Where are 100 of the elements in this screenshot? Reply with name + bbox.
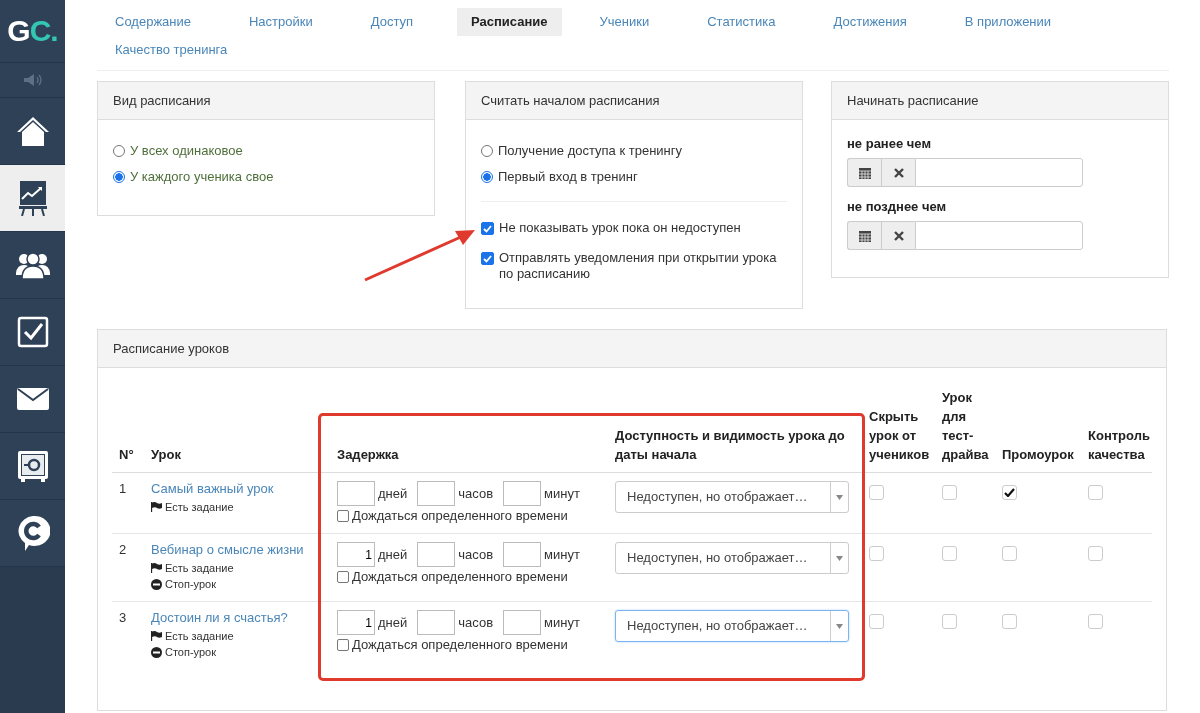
clear-button[interactable] (881, 221, 915, 250)
lesson-number: 3 (119, 610, 127, 625)
minutes-field[interactable] (503, 481, 542, 506)
calendar-icon (858, 166, 871, 179)
checkbox[interactable] (337, 571, 349, 583)
availability-dropdown[interactable]: Недоступен, но отображает… (615, 542, 849, 574)
tag-label: Стоп-урок (165, 645, 217, 660)
checkbox[interactable] (337, 510, 349, 522)
option-label: Получение доступа к тренингу (498, 143, 683, 159)
calendar-icon (858, 229, 871, 242)
sidebar-item[interactable] (0, 165, 65, 232)
checkbox[interactable] (869, 546, 884, 561)
unit-label: часов (458, 546, 494, 563)
date-field[interactable] (915, 221, 1083, 250)
checkbox[interactable] (942, 546, 957, 561)
sidebar-item[interactable] (0, 366, 65, 433)
calendar-button[interactable] (847, 221, 881, 250)
checkbox-label: Не показывать урок пока он недоступен (499, 220, 741, 236)
checkbox-label: Дождаться определенного времени (352, 569, 568, 585)
hours-field[interactable] (417, 542, 456, 567)
checkbox[interactable] (942, 614, 957, 629)
flag-icon (151, 502, 162, 512)
tab[interactable]: В приложении (950, 8, 1066, 36)
column-header: Урок (151, 447, 181, 462)
minutes-field[interactable] (503, 610, 542, 635)
checkbox[interactable] (1088, 485, 1103, 500)
checkbox[interactable] (481, 222, 494, 235)
date-field[interactable] (915, 158, 1083, 187)
lesson-link[interactable]: Самый важный урок (151, 481, 324, 497)
field-label: не позднее чем (847, 199, 948, 214)
radio-button[interactable] (113, 145, 125, 157)
unit-label: часов (458, 614, 494, 631)
checkbox-label: Дождаться определенного времени (352, 508, 568, 524)
unit-label: дней (378, 546, 408, 563)
lesson-number: 2 (119, 542, 127, 557)
checkbox[interactable] (1088, 614, 1103, 629)
checkbox[interactable] (869, 614, 884, 629)
tab[interactable]: Доступ (356, 8, 428, 36)
field-label: не ранее чем (847, 136, 932, 151)
panel-title: Начинать расписание (832, 82, 1168, 120)
tab[interactable]: Ученики (585, 8, 664, 36)
tag-label: Есть задание (165, 629, 234, 644)
stop-icon (151, 646, 162, 658)
panel-title: Вид расписания (98, 82, 434, 120)
radio-button[interactable] (113, 171, 125, 183)
logo-dot: . (50, 16, 58, 46)
unit-label: минут (544, 546, 580, 563)
checkbox[interactable] (1002, 614, 1017, 629)
checkbox[interactable] (942, 485, 957, 500)
close-icon (893, 230, 904, 241)
unit-label: дней (378, 485, 408, 502)
column-header: N° (119, 447, 134, 462)
sidebar-item[interactable] (0, 98, 65, 165)
checkbox[interactable] (869, 485, 884, 500)
clear-button[interactable] (881, 158, 915, 187)
unit-label: дней (378, 614, 408, 631)
column-header: Урок для тест-драйва (942, 390, 989, 462)
sidebar-item[interactable] (0, 500, 65, 567)
unit-label: часов (458, 485, 494, 502)
tab[interactable]: Содержание (101, 8, 205, 36)
safe-icon (16, 450, 49, 482)
availability-dropdown[interactable]: Недоступен, но отображает… (615, 481, 849, 513)
days-field[interactable] (337, 481, 375, 506)
unit-label: минут (544, 485, 580, 502)
checkbox[interactable] (337, 639, 349, 651)
sidebar-item[interactable] (0, 232, 65, 299)
speaker-icon (22, 73, 43, 87)
checkbox[interactable] (1002, 485, 1017, 500)
logo[interactable]: GC. (0, 0, 65, 63)
tab[interactable]: Расписание (457, 8, 562, 36)
unit-label: минут (544, 614, 580, 631)
availability-dropdown[interactable]: Недоступен, но отображает… (615, 610, 849, 642)
panel-title: Считать началом расписания (466, 82, 802, 120)
sidebar-item[interactable] (0, 299, 65, 366)
radio-button[interactable] (481, 171, 493, 183)
tab[interactable]: Качество тренинга (101, 36, 242, 64)
column-header: Задержка (337, 447, 399, 462)
checkbox[interactable] (1088, 546, 1103, 561)
checkbox[interactable] (481, 252, 494, 265)
checkbox[interactable] (1002, 546, 1017, 561)
tab[interactable]: Статистика (693, 8, 790, 36)
hours-field[interactable] (417, 610, 456, 635)
column-header: Промоурок (1002, 447, 1074, 462)
panel-title: Расписание уроков (98, 330, 1166, 368)
tab[interactable]: Настройки (235, 8, 327, 36)
mail-icon (16, 388, 49, 410)
sidebar-item[interactable] (0, 433, 65, 500)
flag-icon (151, 631, 162, 641)
hours-field[interactable] (417, 481, 456, 506)
calendar-button[interactable] (847, 158, 881, 187)
minutes-field[interactable] (503, 542, 542, 567)
days-field[interactable]: 1 (337, 610, 375, 635)
tab[interactable]: Достижения (819, 8, 921, 36)
days-field[interactable]: 1 (337, 542, 375, 567)
lesson-link[interactable]: Вебинар о смысле жизни (151, 542, 324, 558)
lesson-link[interactable]: Достоин ли я счастья? (151, 610, 324, 626)
checkbox-icon (16, 316, 49, 348)
column-header: Скрыть урок от учеников (869, 409, 930, 462)
radio-button[interactable] (481, 145, 493, 157)
option-label: У каждого ученика свое (130, 169, 274, 185)
